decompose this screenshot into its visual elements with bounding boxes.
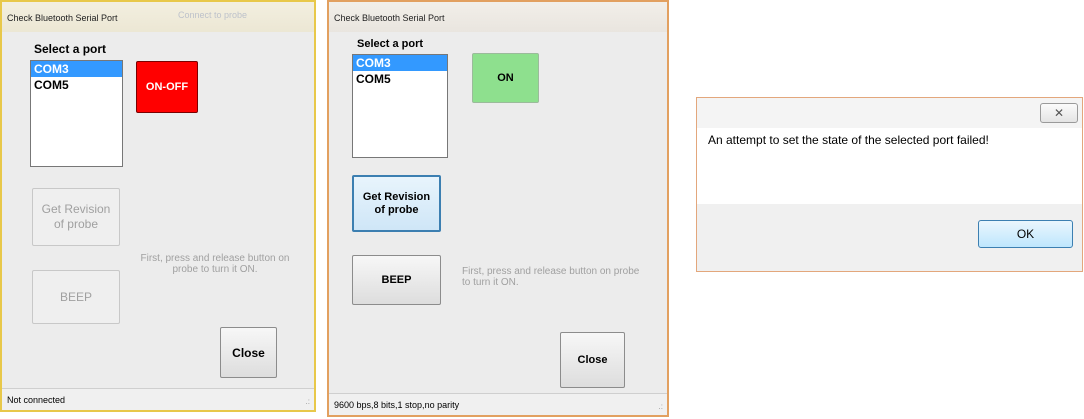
port-item-com5[interactable]: COM5 (353, 71, 447, 87)
close-button[interactable]: Close (220, 327, 277, 378)
close-icon[interactable]: ✕ (1040, 103, 1078, 123)
resize-grip-icon[interactable]: .: (306, 397, 310, 406)
port-list[interactable]: COM3 COM5 (352, 54, 448, 158)
dialog-title-bar (697, 98, 1082, 128)
port-window-disconnected: Check Bluetooth Serial Port Connect to p… (0, 0, 316, 412)
connection-status: Not connected (7, 395, 66, 405)
port-item-com3[interactable]: COM3 (353, 55, 447, 71)
get-revision-label: Get Revision of probe (41, 202, 111, 231)
title-bar: Check Bluetooth Serial Port Connect to p… (2, 2, 314, 32)
error-dialog: ✕ An attempt to set the state of the sel… (696, 97, 1083, 272)
connection-status: 9600 bps,8 bits,1 stop,no parity (334, 400, 460, 410)
select-port-label: Select a port (357, 38, 424, 50)
window-title: Check Bluetooth Serial Port (334, 13, 445, 23)
close-button[interactable]: Close (560, 332, 625, 388)
port-window-connected: Check Bluetooth Serial Port Select a por… (327, 0, 669, 417)
beep-button[interactable]: BEEP (32, 270, 120, 324)
background-window-title: Connect to probe (178, 10, 248, 20)
resize-grip-icon[interactable]: .: (659, 402, 663, 411)
get-revision-button[interactable]: Get Revision of probe (352, 175, 441, 232)
port-item-com3[interactable]: COM3 (31, 61, 122, 77)
power-toggle-button[interactable]: ON (472, 53, 539, 103)
port-item-com5[interactable]: COM5 (31, 77, 122, 93)
window-title: Check Bluetooth Serial Port (7, 13, 118, 23)
ok-button[interactable]: OK (978, 220, 1073, 248)
power-hint: First, press and release button on probe… (462, 266, 640, 288)
beep-button[interactable]: BEEP (352, 255, 441, 305)
dialog-message: An attempt to set the state of the selec… (708, 133, 989, 147)
power-toggle-button[interactable]: ON-OFF (136, 61, 198, 113)
title-bar: Check Bluetooth Serial Port (329, 2, 667, 32)
port-list[interactable]: COM3 COM5 (30, 60, 123, 167)
status-bar: 9600 bps,8 bits,1 stop,no parity .: (329, 393, 667, 415)
select-port-label: Select a port (34, 42, 107, 56)
power-hint: First, press and release button on probe… (140, 253, 290, 275)
get-revision-label: Get Revision of probe (362, 190, 431, 216)
get-revision-button[interactable]: Get Revision of probe (32, 188, 120, 246)
status-bar: Not connected .: (2, 388, 314, 410)
